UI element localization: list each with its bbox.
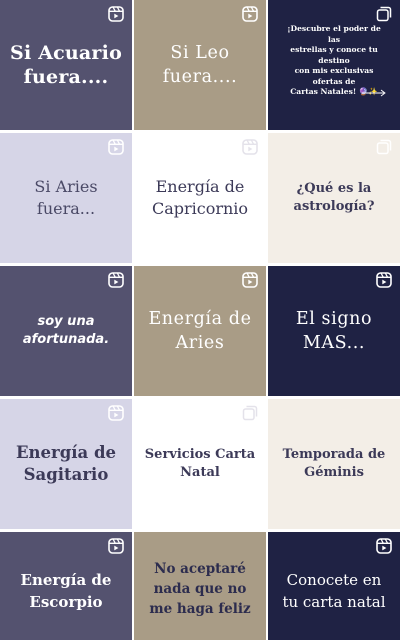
post-caption: Energía de Escorpio — [20, 571, 112, 611]
post-caption: Conocete en tu carta natal — [282, 571, 386, 611]
post-tile-cartas-natales-offer[interactable]: ¡Descubre el poder de las estrellas y co… — [268, 0, 400, 130]
reels-icon — [376, 272, 392, 288]
post-caption: El signo MAS... — [295, 309, 373, 353]
post-tile-energia-aries[interactable]: Energía de Aries — [134, 266, 266, 396]
post-caption: Energía de Sagitario — [15, 443, 117, 484]
reels-icon — [242, 272, 258, 288]
reels-icon — [108, 405, 124, 421]
post-tile-no-aceptare-nada[interactable]: No aceptaré nada que no me haga feliz — [134, 532, 266, 640]
post-tile-el-signo-mas[interactable]: El signo MAS... — [268, 266, 400, 396]
post-caption: Energía de Aries — [148, 309, 252, 353]
post-tile-servicios-carta-natal[interactable]: Servicios Carta Natal — [134, 399, 266, 529]
profile-post-grid: Si Acuario fuera.... Si Leo fuera.... ¡D… — [0, 0, 400, 644]
carousel-icon — [376, 6, 392, 22]
post-caption: Servicios Carta Natal — [144, 447, 256, 480]
post-caption: soy una afortunada. — [22, 314, 110, 347]
post-caption: Energía de Capricornio — [151, 177, 249, 218]
post-caption: Si Acuario fuera.... — [10, 42, 122, 88]
reels-icon — [108, 272, 124, 288]
post-caption: Temporada de Géminis — [282, 447, 386, 480]
post-tile-conocete-carta-natal[interactable]: Conocete en tu carta natal — [268, 532, 400, 640]
reels-icon — [242, 139, 258, 155]
carousel-icon — [242, 405, 258, 421]
reels-icon — [376, 538, 392, 554]
post-caption: Si Aries fuera... — [34, 177, 98, 218]
post-tile-energia-capricornio[interactable]: Energía de Capricornio — [134, 133, 266, 263]
post-tile-si-acuario[interactable]: Si Acuario fuera.... — [0, 0, 132, 130]
post-caption: ¿Qué es la astrología? — [293, 181, 375, 214]
post-tile-que-es-astrologia[interactable]: ¿Qué es la astrología? — [268, 133, 400, 263]
post-tile-energia-escorpio[interactable]: Energía de Escorpio — [0, 532, 132, 640]
reels-icon — [108, 139, 124, 155]
post-tile-soy-una-afortunada[interactable]: soy una afortunada. — [0, 266, 132, 396]
arrow-right-icon — [362, 82, 386, 97]
carousel-icon — [376, 139, 392, 155]
reels-icon — [242, 6, 258, 22]
post-tile-temporada-geminis[interactable]: Temporada de Géminis — [268, 399, 400, 529]
post-caption: Si Leo fuera.... — [162, 43, 238, 87]
reels-icon — [108, 6, 124, 22]
reels-icon — [108, 538, 124, 554]
post-tile-si-leo[interactable]: Si Leo fuera.... — [134, 0, 266, 130]
post-tile-si-aries[interactable]: Si Aries fuera... — [0, 133, 132, 263]
post-caption: No aceptaré nada que no me haga feliz — [149, 561, 251, 617]
post-tile-energia-sagitario[interactable]: Energía de Sagitario — [0, 399, 132, 529]
